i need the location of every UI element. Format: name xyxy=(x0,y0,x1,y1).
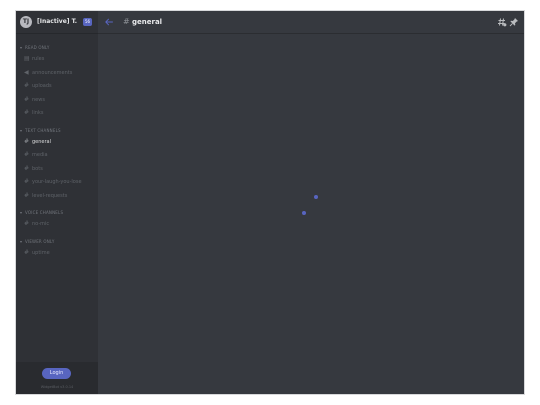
channel-label: news xyxy=(32,96,45,103)
login-button[interactable]: Login xyxy=(42,368,71,379)
hash-icon: # xyxy=(24,95,30,103)
category-label: TEXT CHANNELS xyxy=(25,127,61,133)
category-gap xyxy=(16,202,98,206)
hash-icon: # xyxy=(24,82,30,89)
channel-label: your-laugh-you-lose xyxy=(32,179,82,185)
category-label: VIEWER ONLY xyxy=(25,238,55,244)
member-count-badge: 56 xyxy=(83,18,92,26)
category-header[interactable]: ▾ READ ONLY xyxy=(16,43,98,52)
channel-item-no-mic[interactable]: # no-mic xyxy=(16,217,98,231)
channel-label: uploads xyxy=(32,83,52,89)
back-arrow-icon[interactable] xyxy=(104,17,114,27)
channel-item-rules[interactable]: ▤ rules xyxy=(16,52,98,66)
channel-item-links[interactable]: # links xyxy=(16,106,98,120)
channel-label: general xyxy=(32,138,52,145)
hash-icon: # xyxy=(24,137,30,145)
channel-label: level-requests xyxy=(32,192,68,199)
category-gap xyxy=(16,231,98,235)
hash-icon: # xyxy=(24,220,30,227)
channel-sidebar: TJ [Inactive] T... 56 ▾READ ONLY▤rules◀a… xyxy=(16,11,98,394)
version-label: WidgetBot v3.0.14 xyxy=(40,385,74,389)
rules-icon: ▤ xyxy=(24,55,30,62)
server-icon: TJ xyxy=(20,16,32,28)
channel-label: rules xyxy=(32,56,45,62)
server-header[interactable]: TJ [Inactive] T... 56 xyxy=(16,11,98,34)
channel-item-level-requests[interactable]: # level-requests xyxy=(16,189,98,203)
hash-icon: # xyxy=(24,164,30,172)
channel-label: no-mic xyxy=(32,221,50,227)
widget-app: TJ [Inactive] T... 56 ▾READ ONLY▤rules◀a… xyxy=(15,10,525,395)
server-name: [Inactive] T... xyxy=(37,18,77,25)
category-header[interactable]: ▾ TEXT CHANNELS xyxy=(16,126,98,135)
category-label: VOICE CHANNELS xyxy=(25,210,64,215)
hash-icon: # xyxy=(24,151,30,158)
channel-title: general xyxy=(132,18,163,26)
channel-list: ▾ READ ONLY ▤ rules ◀ announcements # uploads # n… xyxy=(16,41,98,259)
channel-item-bots[interactable]: # bots xyxy=(16,162,98,176)
sidebar-footer: Login WidgetBot v3.0.14 xyxy=(16,362,98,394)
channel-label: links xyxy=(32,110,44,116)
loading-dot xyxy=(302,211,306,215)
channel-item-your-laugh-you-lose[interactable]: # your-laugh-you-lose xyxy=(16,175,98,189)
hash-icon: # xyxy=(24,248,30,256)
channel-item-uploads[interactable]: # uploads xyxy=(16,79,98,93)
announcements-icon: ◀ xyxy=(24,68,29,76)
pin-icon[interactable] xyxy=(509,17,519,27)
category-header[interactable]: ▾ VOICE CHANNELS xyxy=(16,208,98,217)
channel-header: # general xyxy=(98,11,524,34)
channel-item-general[interactable]: # general xyxy=(16,135,98,149)
category-label: READ ONLY xyxy=(25,45,50,50)
channel-item-media[interactable]: # media xyxy=(16,148,98,162)
channel-label: uptime xyxy=(32,249,50,256)
channel-label: announcements xyxy=(32,69,73,76)
loading-dot xyxy=(314,195,318,199)
hash-icon: # xyxy=(24,109,30,116)
channel-item-uptime[interactable]: # uptime xyxy=(16,246,98,260)
hash-icon: # xyxy=(24,191,30,199)
category-header[interactable]: ▾ VIEWER ONLY xyxy=(16,237,98,246)
channel-item-news[interactable]: # news xyxy=(16,93,98,107)
channel-item-announcements[interactable]: ◀ announcements xyxy=(16,66,98,80)
channel-hash-icon: # xyxy=(123,17,130,26)
category-gap xyxy=(16,120,98,124)
threads-icon[interactable] xyxy=(497,17,507,27)
hash-icon: # xyxy=(24,178,30,185)
channel-label: bots xyxy=(32,165,43,172)
channel-label: media xyxy=(32,152,48,158)
